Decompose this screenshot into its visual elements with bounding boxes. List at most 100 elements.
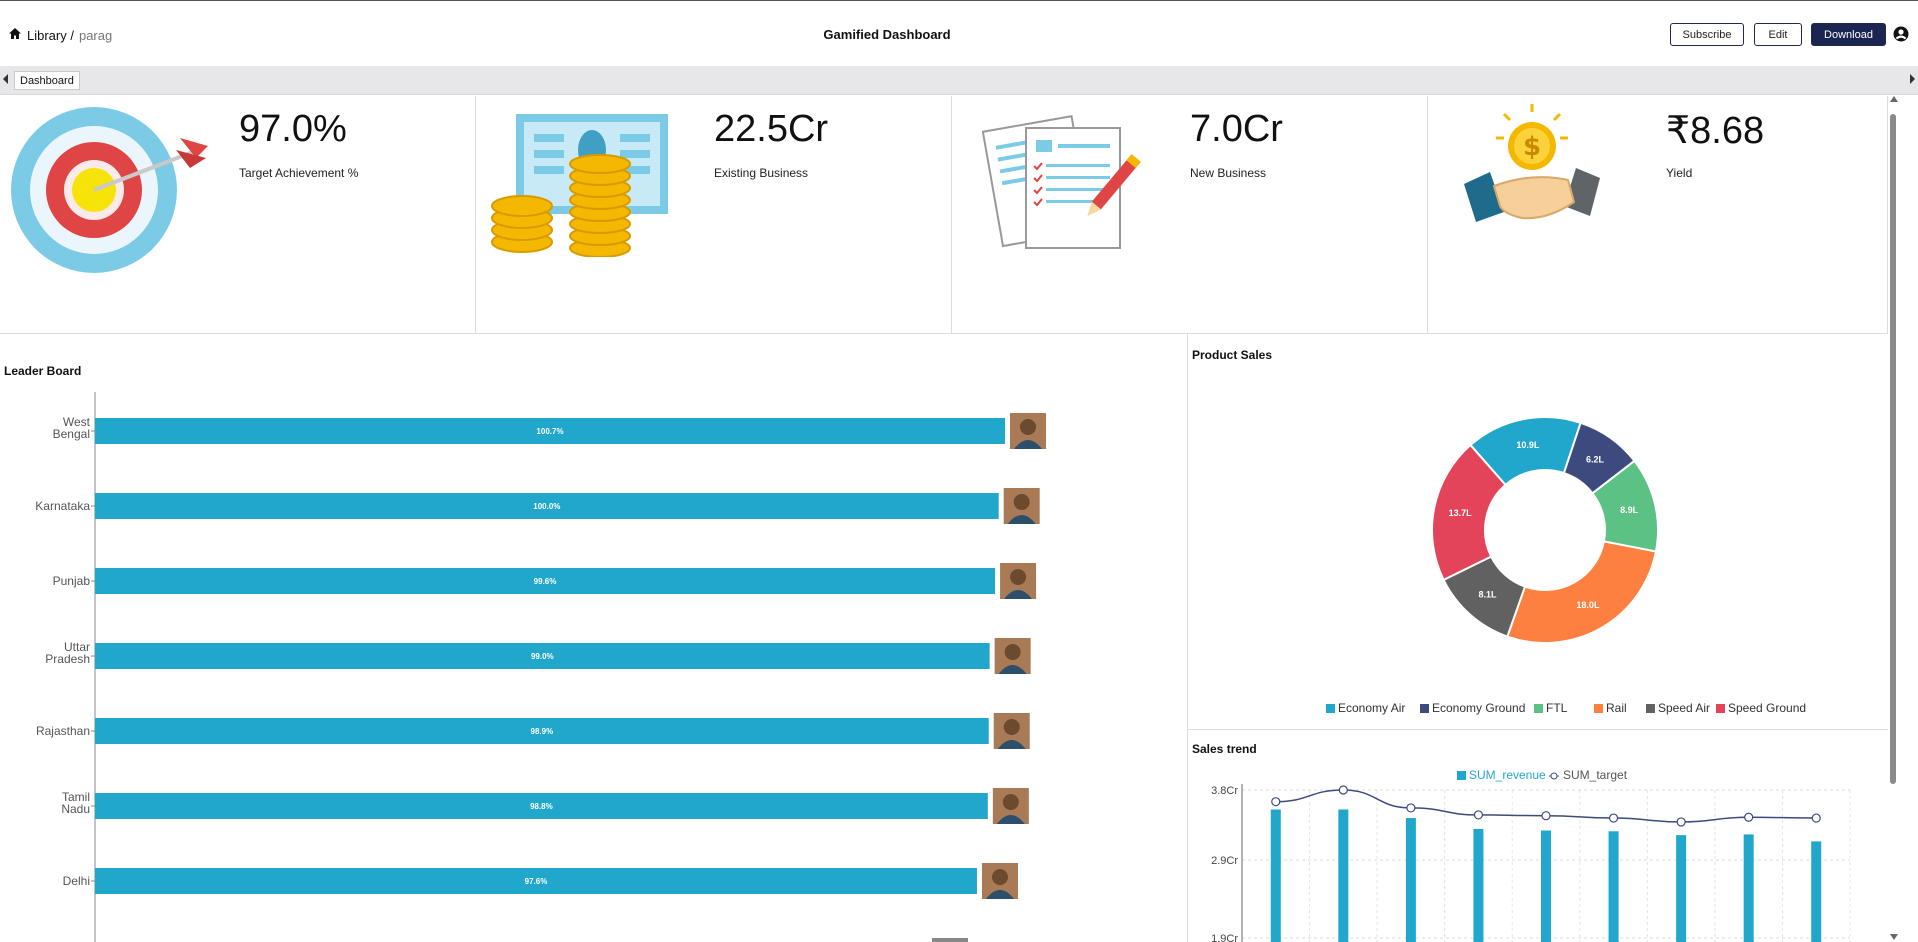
kpi-label: Yield [1666, 166, 1693, 180]
kpi-card-target-achievement: 97.0% Target Achievement % [0, 96, 476, 334]
leader-avatar [993, 713, 1030, 749]
avatar-background [932, 938, 968, 942]
kpi-value: 22.5Cr [714, 108, 829, 150]
leader-avatar [932, 938, 968, 942]
leader-avatar [1003, 488, 1040, 524]
pie-data-label: 13.7L [1449, 508, 1473, 518]
legend-label: Rail [1606, 701, 1627, 715]
line-point [1473, 810, 1484, 820]
vertical-scrollbar[interactable] [1888, 96, 1898, 942]
avatar-head [1010, 569, 1027, 585]
legend-swatch [1420, 704, 1429, 713]
user-account-icon[interactable] [1893, 26, 1909, 47]
top-bar: Library / parag Gamified Dashboard Subsc… [0, 0, 1918, 66]
pie-slice [1506, 540, 1658, 644]
y-tick-label: 1.9Cr [1211, 933, 1238, 942]
bar-data-label: 97.6% [525, 877, 548, 886]
legend-marker [1550, 772, 1558, 780]
bar-data-label: 99.0% [531, 652, 554, 661]
bar [1270, 809, 1281, 942]
bar [1541, 830, 1551, 942]
legend-label: Economy Ground [1432, 701, 1525, 715]
y-tick-label: Punjab [53, 574, 91, 588]
bar-data-label: 98.9% [531, 727, 554, 736]
y-tick-label: Rajasthan [36, 724, 90, 738]
kpi-value: 7.0Cr [1190, 108, 1283, 150]
bar-data-label: 98.8% [530, 802, 553, 811]
pie-data-label: 8.1L [1479, 590, 1498, 600]
pie-data-label: 8.9L [1620, 505, 1639, 515]
leader-avatar [1000, 563, 1037, 599]
kpi-label: New Business [1190, 166, 1267, 180]
bar [1811, 841, 1822, 942]
line-point [1811, 813, 1821, 823]
pie-data-label: 10.9L [1516, 440, 1540, 450]
legend-label: SUM_revenue [1469, 768, 1546, 782]
legend-label: SUM_target [1563, 768, 1628, 782]
avatar-head [1004, 644, 1021, 660]
pie-data-label: 6.2L [1586, 454, 1605, 464]
kpi-value: 97.0% [239, 108, 347, 150]
scroll-down-icon[interactable] [1890, 934, 1898, 940]
legend-label: Speed Air [1658, 701, 1710, 715]
scroll-up-icon[interactable] [1890, 96, 1898, 102]
y-tick-label: Pradesh [45, 652, 90, 666]
avatar-head [1013, 494, 1030, 510]
tab-scroll-right-icon[interactable] [1910, 74, 1915, 84]
bar [1338, 809, 1349, 942]
kpi-card-new-business: 7.0Cr New Business [952, 96, 1428, 334]
svg-text:$: $ [1523, 132, 1541, 162]
y-tick-label: Bengal [53, 427, 90, 441]
avatar-head [1020, 419, 1036, 435]
download-button[interactable]: Download [1811, 23, 1886, 46]
handshake-dollar-icon: $ [1464, 104, 1600, 222]
bar-data-label: 99.6% [534, 577, 557, 586]
line-point [1271, 797, 1281, 807]
legend-label: FTL [1546, 701, 1568, 715]
document-pen-icon [982, 115, 1141, 249]
product-sales-panel: Product Sales 10.9L 6.2L 8.9L 18.0L 8.1L 13.7… [1188, 334, 1888, 730]
legend-swatch [1716, 704, 1725, 713]
leader-avatar [992, 788, 1029, 824]
legend-swatch [1534, 704, 1543, 713]
bar-data-label: 100.7% [536, 427, 563, 436]
kpi-label: Existing Business [714, 166, 809, 180]
legend-swatch [1646, 704, 1655, 713]
kpi-card-yield: $ ₹8.68 Yield [1428, 96, 1888, 334]
legend-swatch [1457, 771, 1466, 780]
leader-board-panel: Leader Board 100.7% West Bengal 100.0% Karna… [0, 334, 1188, 942]
legend-swatch [1594, 704, 1603, 713]
tab-bar: Dashboard [0, 66, 1918, 95]
legend-label: Speed Ground [1728, 701, 1806, 715]
line-point [1541, 811, 1551, 821]
avatar-head [1002, 794, 1019, 810]
legend-label: Economy Air [1338, 701, 1405, 715]
legend-swatch [1326, 704, 1335, 713]
edit-button[interactable]: Edit [1754, 23, 1802, 46]
product-sales-donut-chart: 10.9L 6.2L 8.9L 18.0L 8.1L 13.7L Economy Air Ec… [1326, 416, 1806, 715]
leader-avatar [1010, 413, 1046, 449]
subscribe-button[interactable]: Subscribe [1670, 23, 1744, 46]
tab-dashboard[interactable]: Dashboard [14, 71, 80, 90]
kpi-label: Target Achievement % [239, 166, 359, 180]
target-icon [11, 107, 208, 273]
leader-board-chart: 100.7%WestBengal100.0%Karnataka99.6%Punj… [35, 392, 1046, 942]
line-point [1676, 817, 1686, 827]
y-tick-label: Nadu [61, 802, 90, 816]
tab-scroll-left-icon[interactable] [3, 74, 8, 84]
kpi-value: ₹8.68 [1666, 110, 1765, 152]
bar [1608, 831, 1619, 942]
avatar-head [991, 869, 1008, 885]
sales-trend-chart: SUM_revenue SUM_target 3.8Cr 2.9Cr 1.9Cr [1211, 768, 1851, 942]
y-tick-label: Delhi [63, 874, 90, 888]
scrollbar-thumb[interactable] [1890, 114, 1896, 784]
bar [1405, 818, 1416, 942]
bar [1676, 835, 1687, 942]
bar [1743, 834, 1754, 942]
line-point [1608, 813, 1619, 823]
kpi-card-existing-business: 22.5Cr Existing Business [476, 96, 952, 334]
bar-data-label: 100.0% [533, 502, 560, 511]
line-point [1338, 785, 1348, 795]
money-coins-icon [491, 114, 668, 257]
sales-trend-panel: Sales trend SUM_revenue SUM_target 3.8Cr 2.… [1188, 730, 1888, 942]
